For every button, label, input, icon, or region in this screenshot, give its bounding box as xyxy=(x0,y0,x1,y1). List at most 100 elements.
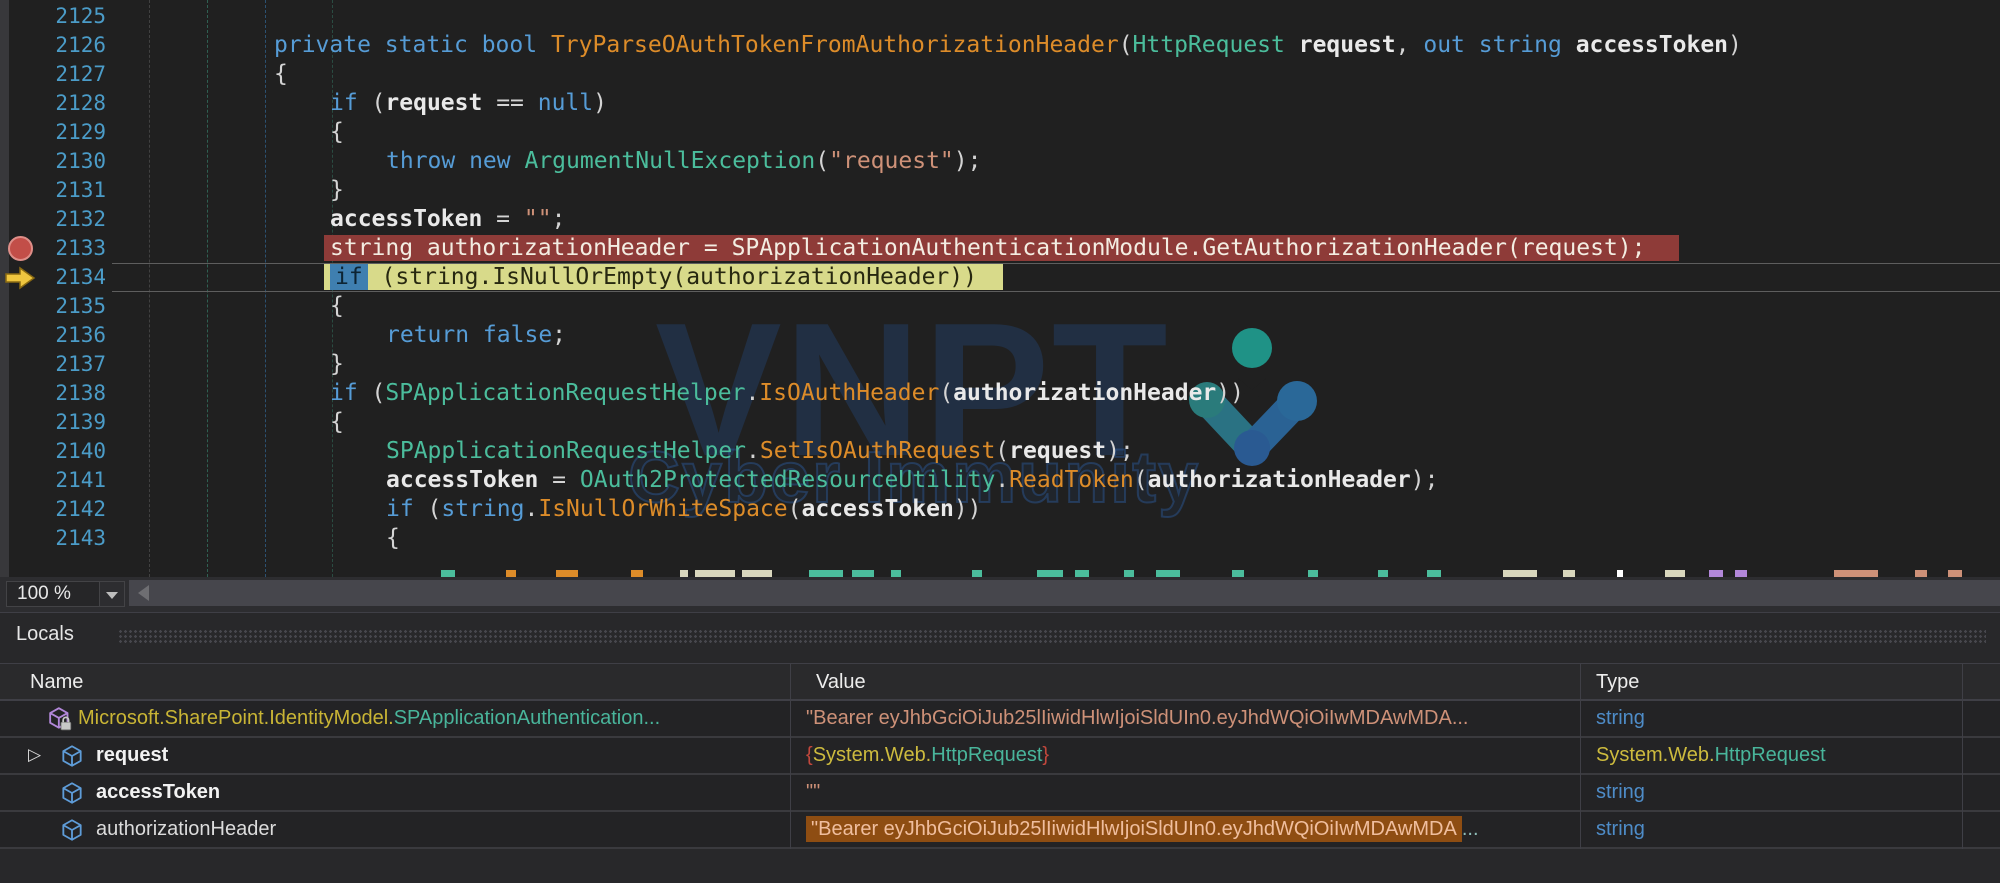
variable-type[interactable]: System.Web.HttpRequest xyxy=(1596,738,1826,773)
expander-icon[interactable]: ▷ xyxy=(28,738,41,773)
vs-debug-screen: VNPT Cyber Immunity 21252126212721282129… xyxy=(0,0,2000,883)
clipped-text-fragment xyxy=(1075,570,1089,577)
column-header-value[interactable]: Value xyxy=(816,664,866,700)
line-number: 2126 xyxy=(0,31,106,60)
code-line[interactable]: private static bool TryParseOAuthTokenFr… xyxy=(274,31,1742,60)
clipped-text-fragment xyxy=(809,570,843,577)
line-number: 2129 xyxy=(0,118,106,147)
line-number: 2142 xyxy=(0,495,106,524)
clipped-text-fragment xyxy=(972,570,982,577)
clipped-text-fragment xyxy=(1915,570,1927,577)
code-line[interactable]: if (request == null) xyxy=(330,89,607,118)
code-line[interactable]: } xyxy=(330,176,344,205)
clipped-text-fragment xyxy=(695,570,735,577)
clipped-text-fragment xyxy=(1665,570,1685,577)
locals-panel-title: Locals xyxy=(16,623,74,646)
zoom-dropdown-button[interactable] xyxy=(99,581,125,607)
line-number: 2136 xyxy=(0,321,106,350)
editor-bottom-bar: 100 % xyxy=(0,577,2000,612)
clipped-text-fragment xyxy=(556,570,578,577)
locals-row[interactable]: authorizationHeader "Bearer eyJhbGciOiJub… xyxy=(0,812,2000,849)
line-number: 2125 xyxy=(0,2,106,31)
variable-value[interactable]: {System.Web.HttpRequest} xyxy=(806,738,1049,773)
code-line[interactable]: { xyxy=(330,118,344,147)
column-divider[interactable] xyxy=(790,663,791,849)
line-number: 2138 xyxy=(0,379,106,408)
code-line[interactable]: accessToken = OAuth2ProtectedResourceUti… xyxy=(386,466,1438,495)
variable-value[interactable]: "Bearer eyJhbGciOiJub25lIiwidHlwIjoiSldU… xyxy=(806,701,1469,736)
variable-type[interactable]: string xyxy=(1596,701,1645,736)
variable-name[interactable]: authorizationHeader xyxy=(96,812,276,847)
variable-type[interactable]: string xyxy=(1596,812,1645,847)
locals-grid-header: Name Value Type xyxy=(0,663,2000,701)
clipped-text-fragment xyxy=(506,570,516,577)
locals-panel: Locals Name Value Type Microsoft.SharePo… xyxy=(0,612,2000,883)
breakpoint-icon[interactable] xyxy=(8,236,33,261)
locals-row[interactable]: Microsoft.SharePoint.IdentityModel.SPApp… xyxy=(0,701,2000,738)
code-editor[interactable]: VNPT Cyber Immunity 21252126212721282129… xyxy=(0,0,2000,577)
horizontal-scrollbar[interactable] xyxy=(129,580,2000,606)
column-divider[interactable] xyxy=(1962,663,1963,849)
clipped-text-fragment xyxy=(742,570,772,577)
column-header-type[interactable]: Type xyxy=(1596,664,1639,700)
code-line[interactable]: { xyxy=(386,524,400,553)
code-line[interactable]: if (SPApplicationRequestHelper.IsOAuthHe… xyxy=(330,379,1244,408)
scroll-left-icon[interactable] xyxy=(138,585,149,601)
clipped-text-fragment xyxy=(1156,570,1180,577)
line-number: 2141 xyxy=(0,466,106,495)
code-line[interactable]: accessToken = ""; xyxy=(330,205,565,234)
variable-name[interactable]: request xyxy=(96,738,168,773)
line-number: 2137 xyxy=(0,350,106,379)
variable-name[interactable]: Microsoft.SharePoint.IdentityModel.SPApp… xyxy=(78,701,660,736)
line-number: 2130 xyxy=(0,147,106,176)
clipped-text-fragment xyxy=(1427,570,1441,577)
line-number: 2143 xyxy=(0,524,106,553)
clipped-text-fragment xyxy=(680,570,688,577)
locals-row[interactable]: accessToken "" string xyxy=(0,775,2000,812)
clipped-text-fragment xyxy=(1948,570,1962,577)
chevron-down-icon xyxy=(106,592,118,599)
line-number: 2132 xyxy=(0,205,106,234)
clipped-text-fragment xyxy=(1709,570,1723,577)
clipped-text-fragment xyxy=(1503,570,1537,577)
clipped-text-fragment xyxy=(1308,570,1318,577)
clipped-text-fragment xyxy=(441,570,455,577)
clipped-text-fragment xyxy=(631,570,643,577)
variable-type[interactable]: string xyxy=(1596,775,1645,810)
line-number: 2127 xyxy=(0,60,106,89)
code-line[interactable]: { xyxy=(330,292,344,321)
code-line[interactable]: throw new ArgumentNullException("request… xyxy=(386,147,981,176)
line-number: 2128 xyxy=(0,89,106,118)
variable-name[interactable]: accessToken xyxy=(96,775,220,810)
code-line[interactable]: } xyxy=(330,350,344,379)
clipped-text-fragment xyxy=(852,570,874,577)
clipped-text-fragment xyxy=(1834,570,1878,577)
line-number: 2139 xyxy=(0,408,106,437)
clipped-text-fragment xyxy=(1232,570,1244,577)
code-line[interactable]: SPApplicationRequestHelper.SetIsOAuthReq… xyxy=(386,437,1134,466)
code-line[interactable]: if (string.IsNullOrEmpty(authorizationHe… xyxy=(324,263,1003,292)
clipped-text-fragment xyxy=(1735,570,1747,577)
column-header-name[interactable]: Name xyxy=(30,664,83,700)
clipped-text-fragment xyxy=(1378,570,1388,577)
line-number: 2131 xyxy=(0,176,106,205)
code-line[interactable]: if (string.IsNullOrWhiteSpace(accessToke… xyxy=(386,495,982,524)
clipped-text-fragment xyxy=(891,570,901,577)
cube-icon xyxy=(58,817,86,855)
variable-value[interactable]: "Bearer eyJhbGciOiJub25lIiwidHlwIjoiSldU… xyxy=(806,812,1479,847)
code-line[interactable]: string authorizationHeader = SPApplicati… xyxy=(324,234,1679,263)
current-statement-arrow-icon xyxy=(4,266,36,290)
zoom-level-select[interactable]: 100 % xyxy=(6,581,100,607)
column-divider[interactable] xyxy=(1580,663,1581,849)
clipped-text-fragment xyxy=(1563,570,1575,577)
locals-row[interactable]: ▷ request {System.Web.HttpRequest} System.W… xyxy=(0,738,2000,775)
clipped-text-fragment xyxy=(1617,570,1623,577)
code-line[interactable]: { xyxy=(330,408,344,437)
code-line[interactable]: { xyxy=(274,60,288,89)
clipped-text-fragment xyxy=(1124,570,1134,577)
panel-drag-texture[interactable] xyxy=(118,629,1986,643)
line-number: 2140 xyxy=(0,437,106,466)
code-line[interactable]: return false; xyxy=(386,321,566,350)
line-number: 2135 xyxy=(0,292,106,321)
variable-value[interactable]: "" xyxy=(806,775,820,810)
